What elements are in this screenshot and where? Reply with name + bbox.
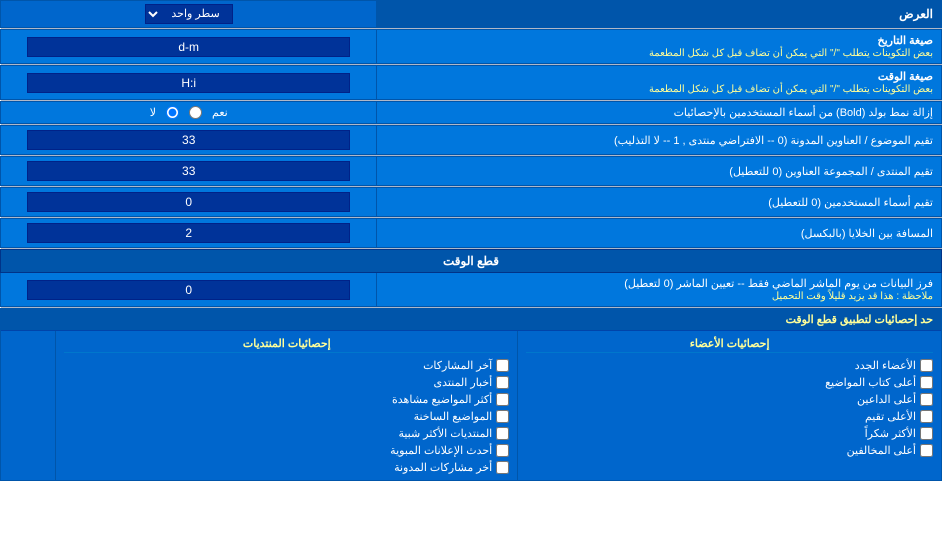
- label-most-thankful: الأكثر شكراً: [865, 427, 916, 440]
- stats-members-header: إحصائيات الأعضاء: [526, 335, 933, 353]
- checkbox-top-rated[interactable]: [920, 410, 933, 423]
- radio-no-label: لا: [150, 106, 156, 119]
- date-format-input[interactable]: [27, 37, 350, 57]
- user-order-input[interactable]: [27, 192, 350, 212]
- topic-order-input[interactable]: [27, 130, 350, 150]
- label-top-rated: الأعلى تقيم: [865, 410, 916, 423]
- label-top-topic-writers: أعلى كتاب المواضيع: [825, 376, 916, 389]
- label-most-viewed-topics: أكثر المواضيع مشاهدة: [392, 393, 492, 406]
- time-cut-filter-note: ملاحظة : هذا قد يزيد قليلاً وقت التحميل: [772, 291, 933, 302]
- cell-spacing-input[interactable]: [27, 223, 350, 243]
- label-top-inviters: أعلى الداعين: [857, 393, 916, 406]
- checkbox-forum-news[interactable]: [496, 376, 509, 389]
- checkbox-blog-posts[interactable]: [496, 461, 509, 474]
- radio-yes-label: نعم: [212, 106, 228, 119]
- date-format-control: [1, 30, 377, 64]
- time-format-label: صيغة الوقت بعض التكوينات يتطلب "/" التي …: [377, 66, 942, 100]
- cell-spacing-control: [1, 219, 377, 248]
- radio-yes[interactable]: [189, 106, 202, 119]
- stats-empty-col: [1, 331, 55, 480]
- stats-section: حد إحصائيات لتطبيق قطع الوقت إحصائيات ال…: [1, 309, 942, 481]
- user-order-control: [1, 188, 377, 217]
- bold-remove-label: إزالة نمط بولد (Bold) من أسماء المستخدمي…: [377, 102, 942, 124]
- radio-no[interactable]: [166, 106, 179, 119]
- stats-forums-col: إحصائيات المنتديات آخر المشاركات أخبار ا…: [55, 331, 517, 480]
- bold-remove-control: نعم لا: [1, 102, 377, 124]
- page-title: العرض: [377, 1, 942, 28]
- time-format-control: [1, 66, 377, 100]
- single-line-dropdown[interactable]: سطر واحد سطرين ثلاثة أسطر: [145, 4, 233, 24]
- label-last-posts: آخر المشاركات: [423, 359, 492, 372]
- stats-members-col: إحصائيات الأعضاء الأعضاء الجدد أعلى كتاب…: [517, 331, 941, 480]
- checkbox-most-thankful[interactable]: [920, 427, 933, 440]
- label-hot-topics: المواضيع الساخنة: [414, 410, 493, 423]
- stats-limit-label: حد إحصائيات لتطبيق قطع الوقت: [1, 309, 941, 331]
- forum-order-input[interactable]: [27, 161, 350, 181]
- time-cut-filter-label: فرز البيانات من يوم الماشر الماضي فقط --…: [377, 273, 942, 307]
- user-order-label: تقيم أسماء المستخدمين (0 للتعطيل): [377, 188, 942, 217]
- checkbox-latest-classifieds[interactable]: [496, 444, 509, 457]
- label-blog-posts: أخر مشاركات المدونة: [394, 461, 492, 474]
- topic-order-control: [1, 126, 377, 155]
- checkbox-new-members[interactable]: [920, 359, 933, 372]
- time-cut-header: قطع الوقت: [1, 250, 942, 273]
- label-top-violators: أعلى المخالفين: [847, 444, 916, 457]
- checkbox-hot-topics[interactable]: [496, 410, 509, 423]
- checkbox-most-viewed-topics[interactable]: [496, 393, 509, 406]
- stats-forums-header: إحصائيات المنتديات: [64, 335, 509, 353]
- checkbox-top-inviters[interactable]: [920, 393, 933, 406]
- checkbox-last-posts[interactable]: [496, 359, 509, 372]
- label-new-members: الأعضاء الجدد: [855, 359, 916, 372]
- time-cut-filter-control: [1, 273, 377, 307]
- time-format-desc: بعض التكوينات يتطلب "/" التي يمكن أن تضا…: [649, 84, 933, 95]
- checkbox-most-popular-forums[interactable]: [496, 427, 509, 440]
- single-line-control[interactable]: سطر واحد سطرين ثلاثة أسطر: [1, 1, 377, 28]
- topic-order-label: تقيم الموضوع / العناوين المدونة (0 -- ال…: [377, 126, 942, 155]
- checkbox-top-violators[interactable]: [920, 444, 933, 457]
- checkbox-top-topic-writers[interactable]: [920, 376, 933, 389]
- date-format-desc: بعض التكوينات يتطلب "/" التي يمكن أن تضا…: [649, 48, 933, 59]
- time-format-input[interactable]: [27, 73, 350, 93]
- forum-order-control: [1, 157, 377, 186]
- forum-order-label: تقيم المنتدى / المجموعة العناوين (0 للتع…: [377, 157, 942, 186]
- label-forum-news: أخبار المنتدى: [434, 376, 493, 389]
- label-latest-classifieds: أحدث الإعلانات المبوية: [390, 444, 492, 457]
- cell-spacing-label: المسافة بين الخلايا (بالبكسل): [377, 219, 942, 248]
- time-cut-filter-input[interactable]: [27, 280, 350, 300]
- label-most-popular-forums: المنتديات الأكثر شبية: [398, 427, 492, 440]
- date-format-label: صيغة التاريخ بعض التكوينات يتطلب "/" الت…: [377, 30, 942, 64]
